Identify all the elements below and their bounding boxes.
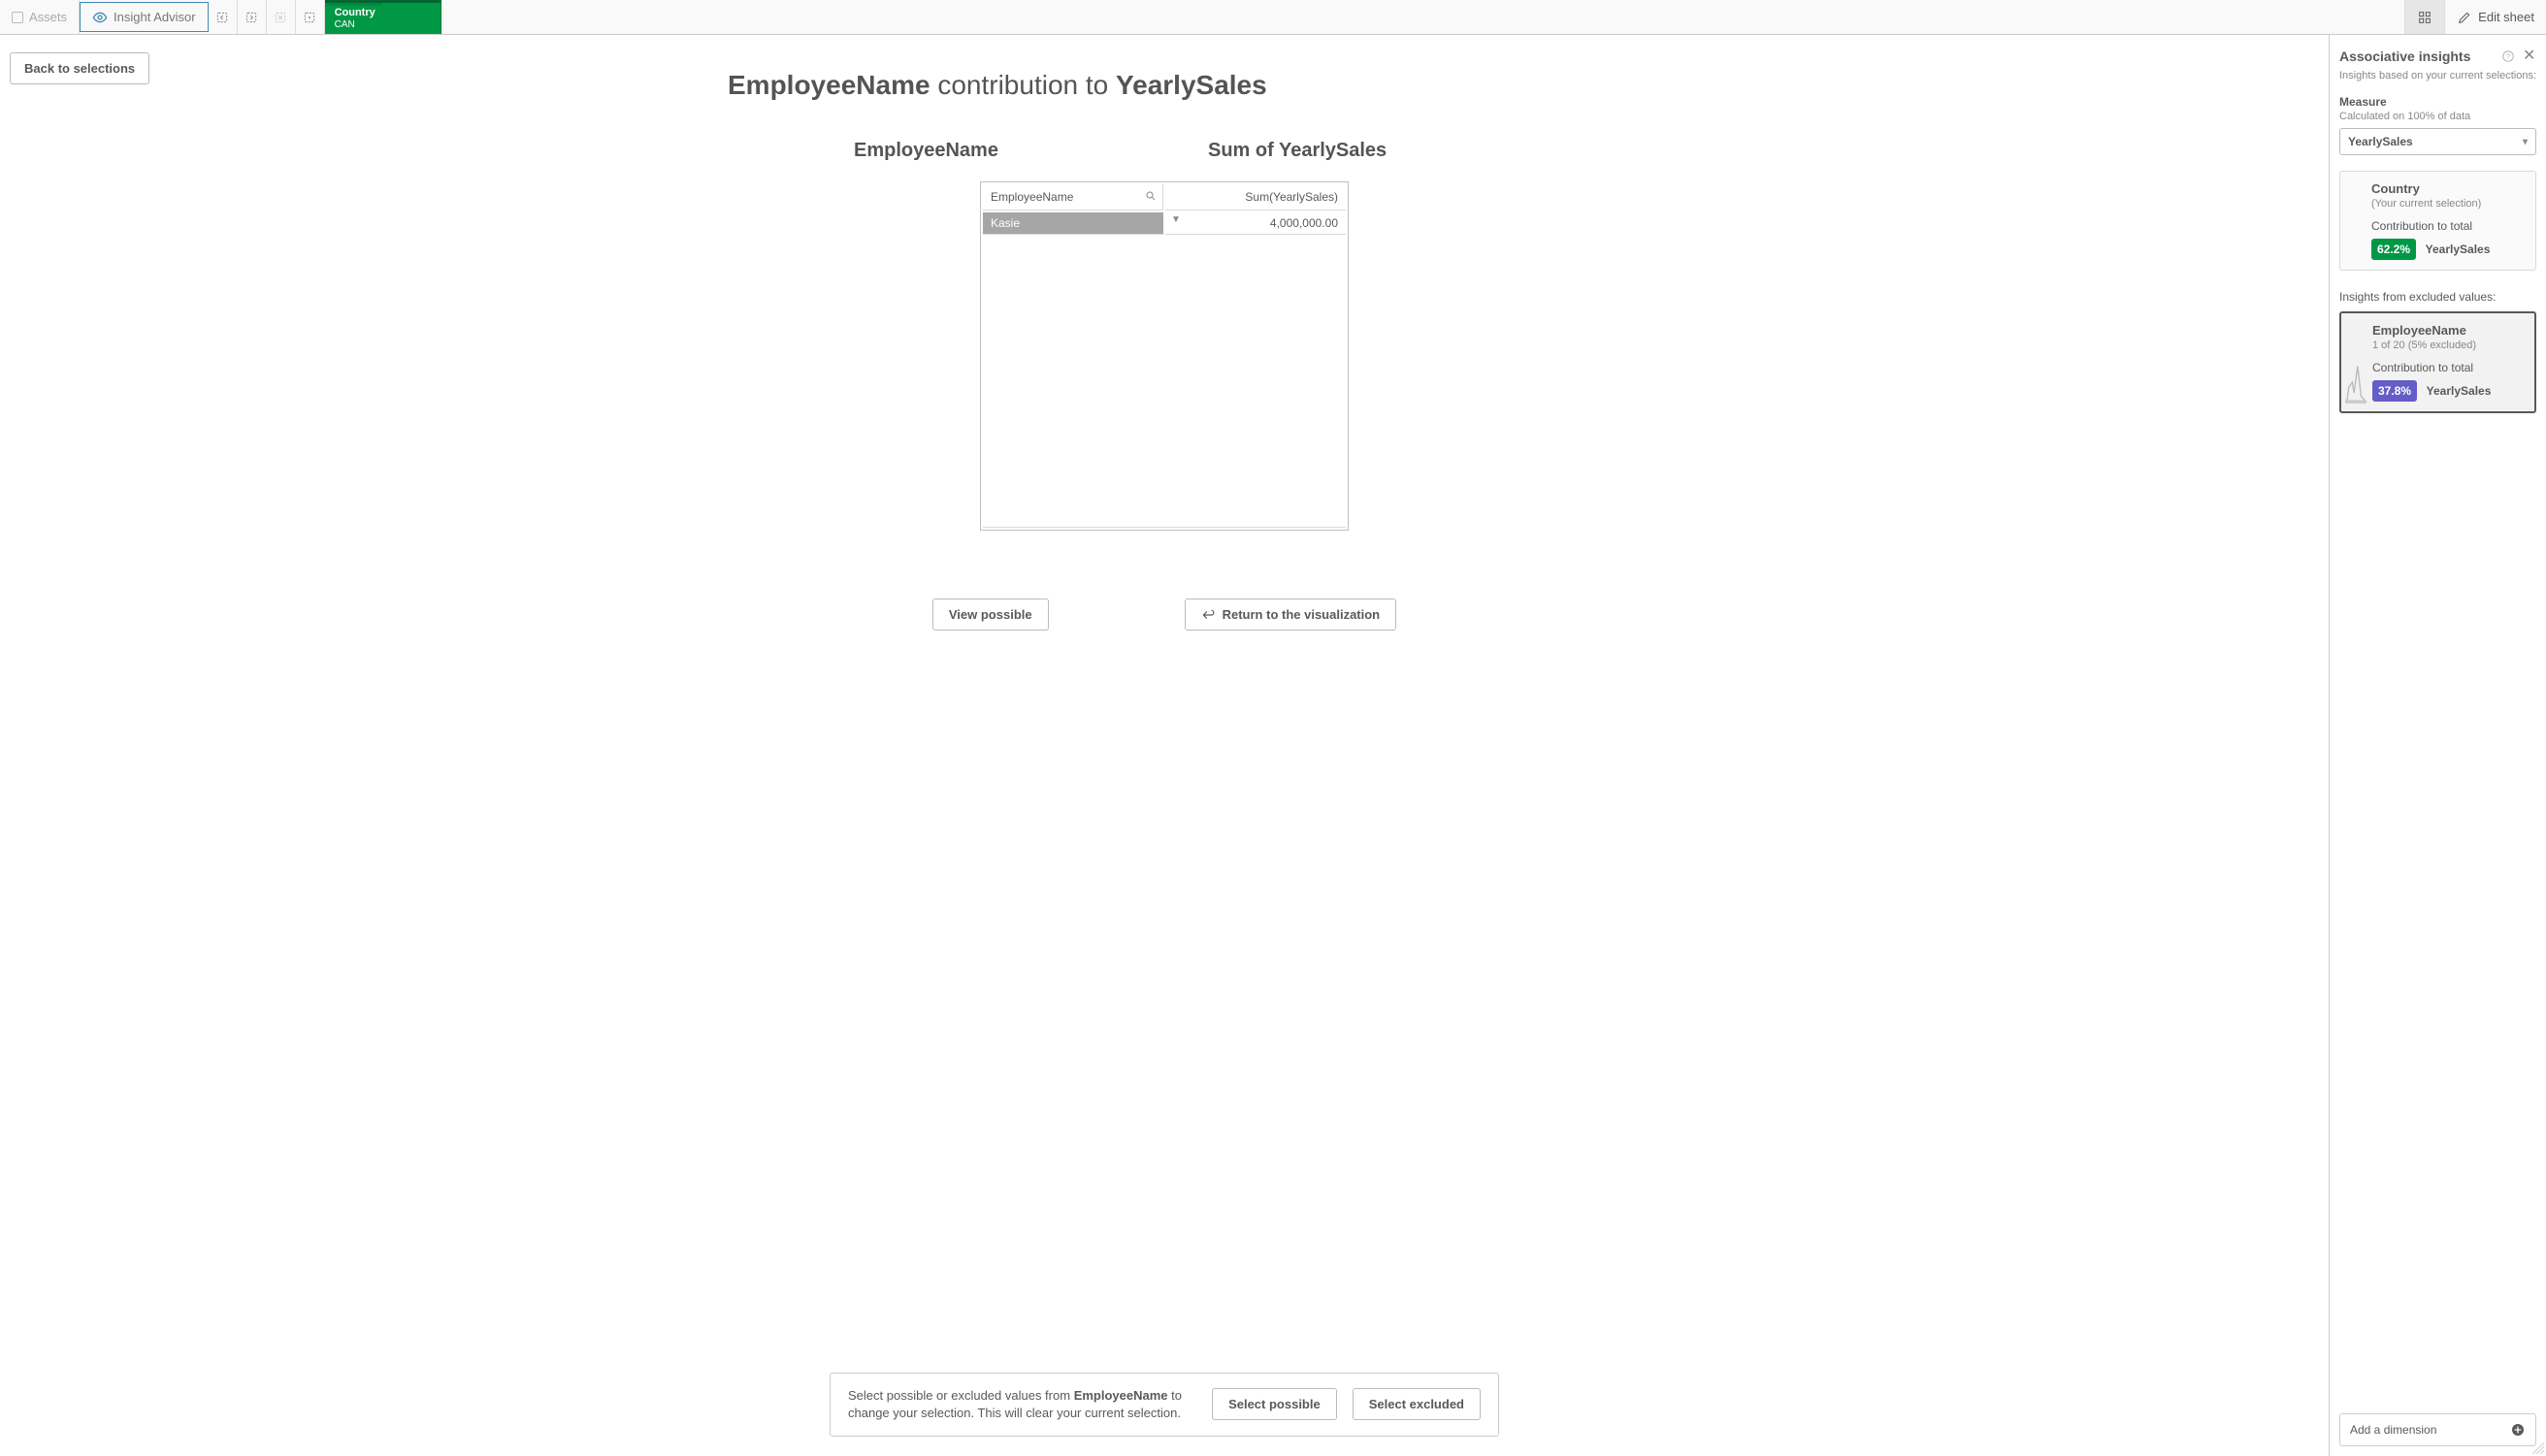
table-filler xyxy=(983,237,1346,528)
subheaders: EmployeeName Sum of YearlySales xyxy=(728,140,1601,162)
title-dim: EmployeeName xyxy=(728,70,930,100)
selection-tag-country[interactable]: Country CAN xyxy=(325,0,441,34)
card-current-meta: (Your current selection) xyxy=(2371,198,2526,210)
table-row[interactable]: Kasie▼4,000,000.00 xyxy=(983,212,1346,235)
column-header-dim-label: EmployeeName xyxy=(991,190,1073,204)
excluded-section-label: Insights from excluded values: xyxy=(2339,290,2536,304)
data-table: EmployeeName Sum(YearlySales) Kasie▼4,00… xyxy=(980,181,1349,531)
select-excluded-button[interactable]: Select excluded xyxy=(1353,1388,1481,1420)
return-to-visualization-button[interactable]: Return to the visualization xyxy=(1185,599,1397,631)
selection-forward-icon xyxy=(244,10,259,25)
close-icon[interactable]: ✕ xyxy=(2523,49,2536,63)
sparkline-icon xyxy=(2345,361,2366,404)
assets-icon xyxy=(12,12,23,23)
subheader-right: Sum of YearlySales xyxy=(1208,140,1387,162)
card-excluded-employeename[interactable]: EmployeeName 1 of 20 (5% excluded) Contr… xyxy=(2339,311,2536,413)
selection-tool-options[interactable] xyxy=(296,0,325,34)
search-icon[interactable] xyxy=(1145,190,1157,202)
hint-bar: Select possible or excluded values from … xyxy=(830,1373,1499,1437)
card-current-pct: 62.2% xyxy=(2371,239,2416,260)
edit-sheet-button[interactable]: Edit sheet xyxy=(2444,0,2546,34)
selection-tool-back[interactable] xyxy=(209,0,238,34)
card-current-selection[interactable]: Country (Your current selection) Contrib… xyxy=(2339,171,2536,271)
assets-button[interactable]: Assets xyxy=(0,0,80,34)
insights-panel-toggle[interactable] xyxy=(2404,0,2444,34)
insights-grid-icon xyxy=(2417,10,2432,25)
selection-value-label: CAN xyxy=(335,19,411,30)
card-current-title: Country xyxy=(2371,181,2526,196)
card-current-measure: YearlySales xyxy=(2426,243,2491,256)
selection-field-label: Country xyxy=(335,7,411,18)
card-current-contrib-label: Contribution to total xyxy=(2371,219,2526,233)
insight-advisor-label: Insight Advisor xyxy=(114,10,196,24)
return-icon xyxy=(1201,608,1215,622)
measure-select[interactable]: YearlySales ▾ xyxy=(2339,128,2536,155)
measure-section-sub: Calculated on 100% of data xyxy=(2339,111,2536,122)
chevron-down-icon: ▾ xyxy=(2523,137,2528,147)
panel-subtitle: Insights based on your current selection… xyxy=(2339,70,2536,81)
selection-stripe xyxy=(325,3,383,6)
top-toolbar: Assets Insight Advisor Country CAN Edit … xyxy=(0,0,2546,35)
edit-sheet-label: Edit sheet xyxy=(2478,10,2534,24)
add-dimension-label: Add a dimension xyxy=(2350,1423,2436,1437)
mid-buttons: View possible Return to the visualizatio… xyxy=(728,599,1601,631)
selection-tool-forward[interactable] xyxy=(238,0,267,34)
associative-insights-panel: Associative insights ? ✕ Insights based … xyxy=(2329,35,2546,1456)
hint-text: Select possible or excluded values from … xyxy=(848,1387,1196,1422)
column-header-measure[interactable]: Sum(YearlySales) xyxy=(1165,184,1346,210)
card-excluded-contrib-label: Contribution to total xyxy=(2372,361,2525,374)
measure-section-label: Measure xyxy=(2339,95,2536,109)
sort-desc-icon: ▼ xyxy=(1171,214,1181,225)
main-area: Back to selections EmployeeName contribu… xyxy=(0,35,2546,1456)
select-possible-button[interactable]: Select possible xyxy=(1212,1388,1337,1420)
cell-val: ▼4,000,000.00 xyxy=(1165,212,1346,235)
selection-options-icon xyxy=(302,10,317,25)
add-dimension-button[interactable]: Add a dimension xyxy=(2339,1413,2536,1446)
cell-dim: Kasie xyxy=(983,212,1163,235)
selection-back-icon xyxy=(214,10,230,25)
return-label: Return to the visualization xyxy=(1223,607,1381,622)
help-icon[interactable]: ? xyxy=(2501,49,2515,63)
card-excluded-title: EmployeeName xyxy=(2372,323,2525,338)
measure-select-value: YearlySales xyxy=(2348,135,2413,148)
pencil-icon xyxy=(2457,10,2472,25)
card-excluded-pct: 37.8% xyxy=(2372,380,2417,402)
insight-advisor-icon xyxy=(92,10,108,25)
assets-label: Assets xyxy=(29,10,67,24)
title-measure: YearlySales xyxy=(1116,70,1267,100)
back-to-selections-button[interactable]: Back to selections xyxy=(10,52,149,84)
resize-handle-icon xyxy=(2532,1442,2544,1454)
selection-clear-icon xyxy=(273,10,288,25)
view-possible-button[interactable]: View possible xyxy=(932,599,1049,631)
card-excluded-measure: YearlySales xyxy=(2427,384,2492,398)
title-mid: contribution to xyxy=(930,70,1116,100)
subheader-left: EmployeeName xyxy=(728,140,1208,162)
svg-text:?: ? xyxy=(2506,53,2510,60)
column-header-dim[interactable]: EmployeeName xyxy=(983,184,1163,210)
page-title: EmployeeName contribution to YearlySales xyxy=(728,70,1601,101)
panel-title: Associative insights xyxy=(2339,49,2494,64)
insight-advisor-button[interactable]: Insight Advisor xyxy=(80,2,209,32)
plus-circle-icon xyxy=(2510,1422,2526,1438)
content-area: Back to selections EmployeeName contribu… xyxy=(0,35,2329,1456)
card-excluded-meta: 1 of 20 (5% excluded) xyxy=(2372,340,2525,351)
selection-tool-clear[interactable] xyxy=(267,0,296,34)
